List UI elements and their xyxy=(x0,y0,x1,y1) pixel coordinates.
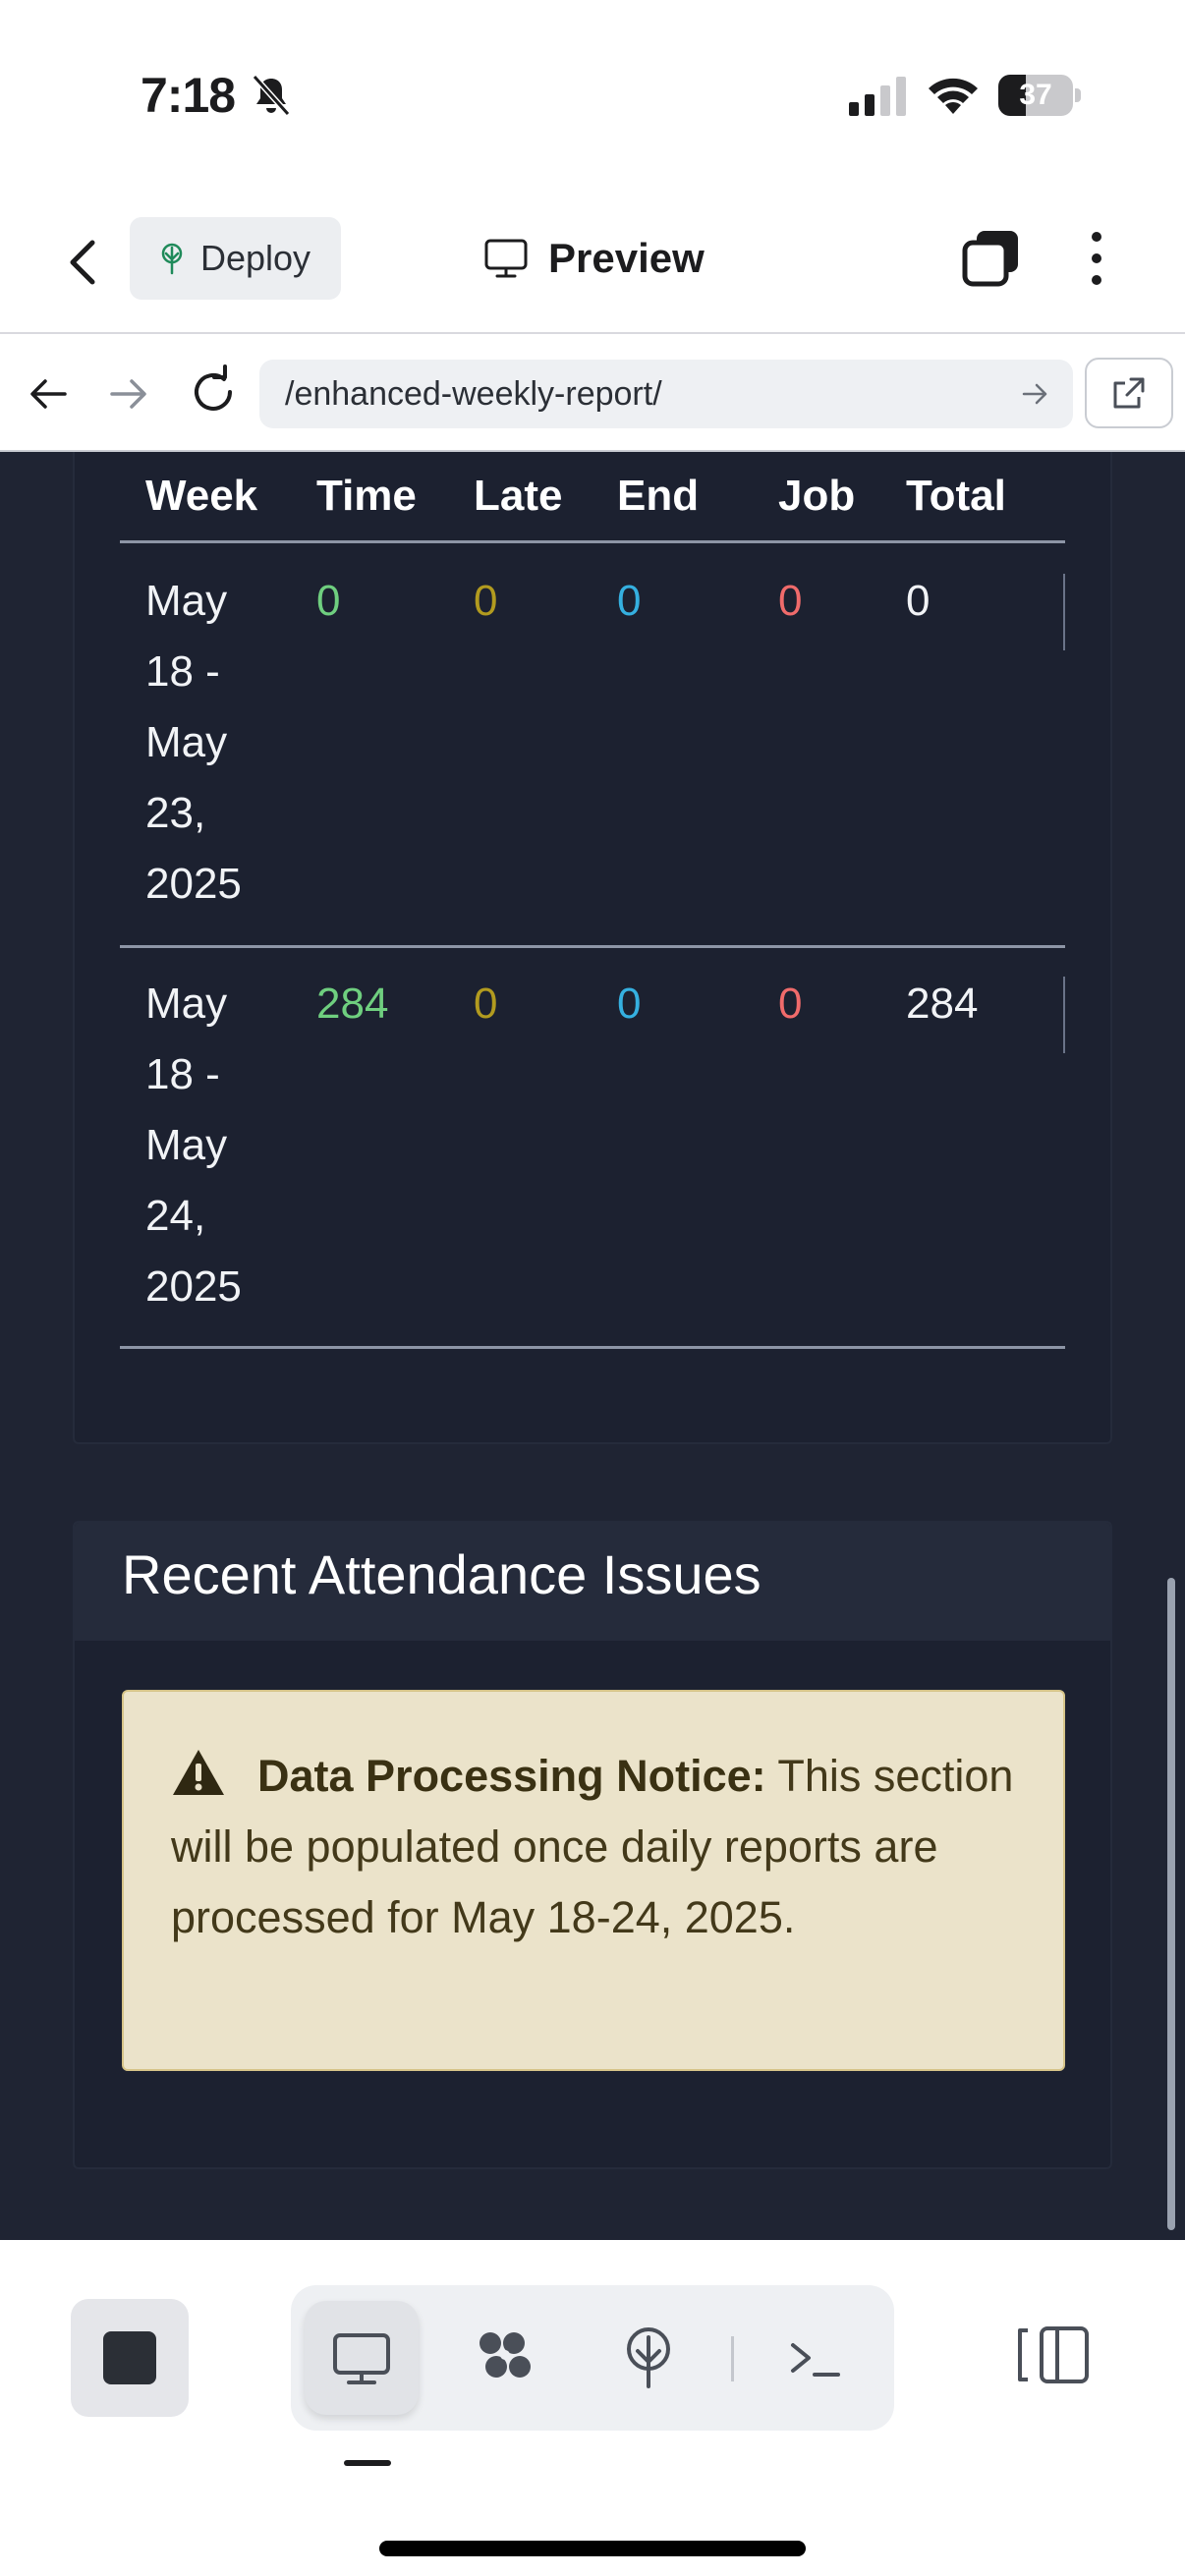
apps-tab[interactable] xyxy=(448,2301,562,2415)
scrollbar[interactable] xyxy=(1167,1578,1175,2230)
wifi-icon xyxy=(929,78,978,114)
report-content[interactable]: Week Time Late End Job Total May 18 - Ma… xyxy=(0,452,1185,2240)
preview-tab[interactable] xyxy=(305,2301,419,2415)
row2-late: 0 xyxy=(474,980,498,1028)
preview-monitor-icon xyxy=(333,2333,390,2384)
monitor-icon xyxy=(484,239,528,278)
bottom-toolbar xyxy=(0,2240,1185,2576)
browser-bar: /enhanced-weekly-report/ xyxy=(0,334,1185,452)
attendance-title: Recent Attendance Issues xyxy=(122,1543,762,1605)
more-vertical-icon[interactable] xyxy=(1079,227,1114,290)
back-chevron-icon[interactable] xyxy=(59,231,106,294)
warning-icon xyxy=(173,1750,224,1795)
app-header: Deploy Preview xyxy=(0,192,1185,334)
arrow-right-icon[interactable] xyxy=(102,367,155,420)
segment-divider xyxy=(731,2336,734,2381)
data-processing-notice: Data Processing Notice: This section wil… xyxy=(122,1690,1065,2071)
url-text: /enhanced-weekly-report/ xyxy=(285,374,662,413)
row1-job: 0 xyxy=(778,577,803,625)
col-late: Late xyxy=(474,472,563,520)
row2-total: 284 xyxy=(906,980,979,1028)
bell-slash-icon xyxy=(252,74,291,117)
status-bar: 7:18 37 xyxy=(0,0,1185,192)
open-external-icon xyxy=(1113,377,1145,409)
reload-icon[interactable] xyxy=(185,364,242,420)
col-end: End xyxy=(617,472,700,520)
col-job: Job xyxy=(778,472,856,520)
open-external-button[interactable] xyxy=(1085,358,1173,428)
table-row-week: May 18 - May 23, 2025 xyxy=(145,577,242,908)
arrow-left-icon[interactable] xyxy=(22,367,75,420)
row2-job: 0 xyxy=(778,980,803,1028)
cellular-signal-icon xyxy=(849,77,906,116)
go-arrow-icon[interactable] xyxy=(1018,377,1051,411)
preview-title[interactable]: Preview xyxy=(483,227,705,290)
view-switcher xyxy=(291,2285,894,2431)
stop-button[interactable] xyxy=(71,2299,189,2417)
app-grid-icon xyxy=(480,2332,531,2378)
header-divider xyxy=(120,540,1065,543)
row-divider xyxy=(120,945,1065,948)
terminal-tab[interactable] xyxy=(759,2301,873,2415)
active-tab-indicator xyxy=(344,2460,391,2466)
deploy-tab[interactable] xyxy=(592,2301,705,2415)
row1-overflow-edge xyxy=(1063,574,1065,650)
deploy-label: Deploy xyxy=(200,238,311,278)
deploy-button[interactable]: Deploy xyxy=(130,217,341,300)
col-total: Total xyxy=(906,472,1006,520)
row1-time: 0 xyxy=(316,577,341,625)
home-indicator xyxy=(379,2541,806,2556)
tabs-icon[interactable] xyxy=(961,227,1022,288)
deploy-tree-icon xyxy=(627,2327,670,2388)
table-row-week: May 18 - May 24, 2025 xyxy=(145,980,242,1311)
split-view-icon[interactable] xyxy=(1014,2321,1093,2389)
battery-icon: 37 xyxy=(998,75,1081,116)
battery-level-text: 37 xyxy=(1019,79,1052,111)
row-divider xyxy=(120,1346,1065,1349)
col-time: Time xyxy=(316,472,417,520)
row2-time: 284 xyxy=(316,980,389,1028)
stop-icon xyxy=(103,2331,156,2384)
attendance-card-header: Recent Attendance Issues xyxy=(75,1523,1110,1641)
status-time: 7:18 xyxy=(141,68,236,123)
url-field[interactable]: /enhanced-weekly-report/ xyxy=(259,360,1073,428)
preview-label: Preview xyxy=(548,235,705,281)
notice-label: Data Processing Notice: xyxy=(257,1751,766,1801)
row1-end: 0 xyxy=(617,577,642,625)
row2-end: 0 xyxy=(617,980,642,1028)
row1-late: 0 xyxy=(474,577,498,625)
terminal-icon xyxy=(791,2343,840,2377)
deploy-tree-icon xyxy=(161,243,183,275)
row1-total: 0 xyxy=(906,577,931,625)
row2-overflow-edge xyxy=(1063,977,1065,1053)
col-week: Week xyxy=(145,472,258,520)
attendance-issues-card: Recent Attendance Issues Data Processing… xyxy=(73,1521,1112,2169)
